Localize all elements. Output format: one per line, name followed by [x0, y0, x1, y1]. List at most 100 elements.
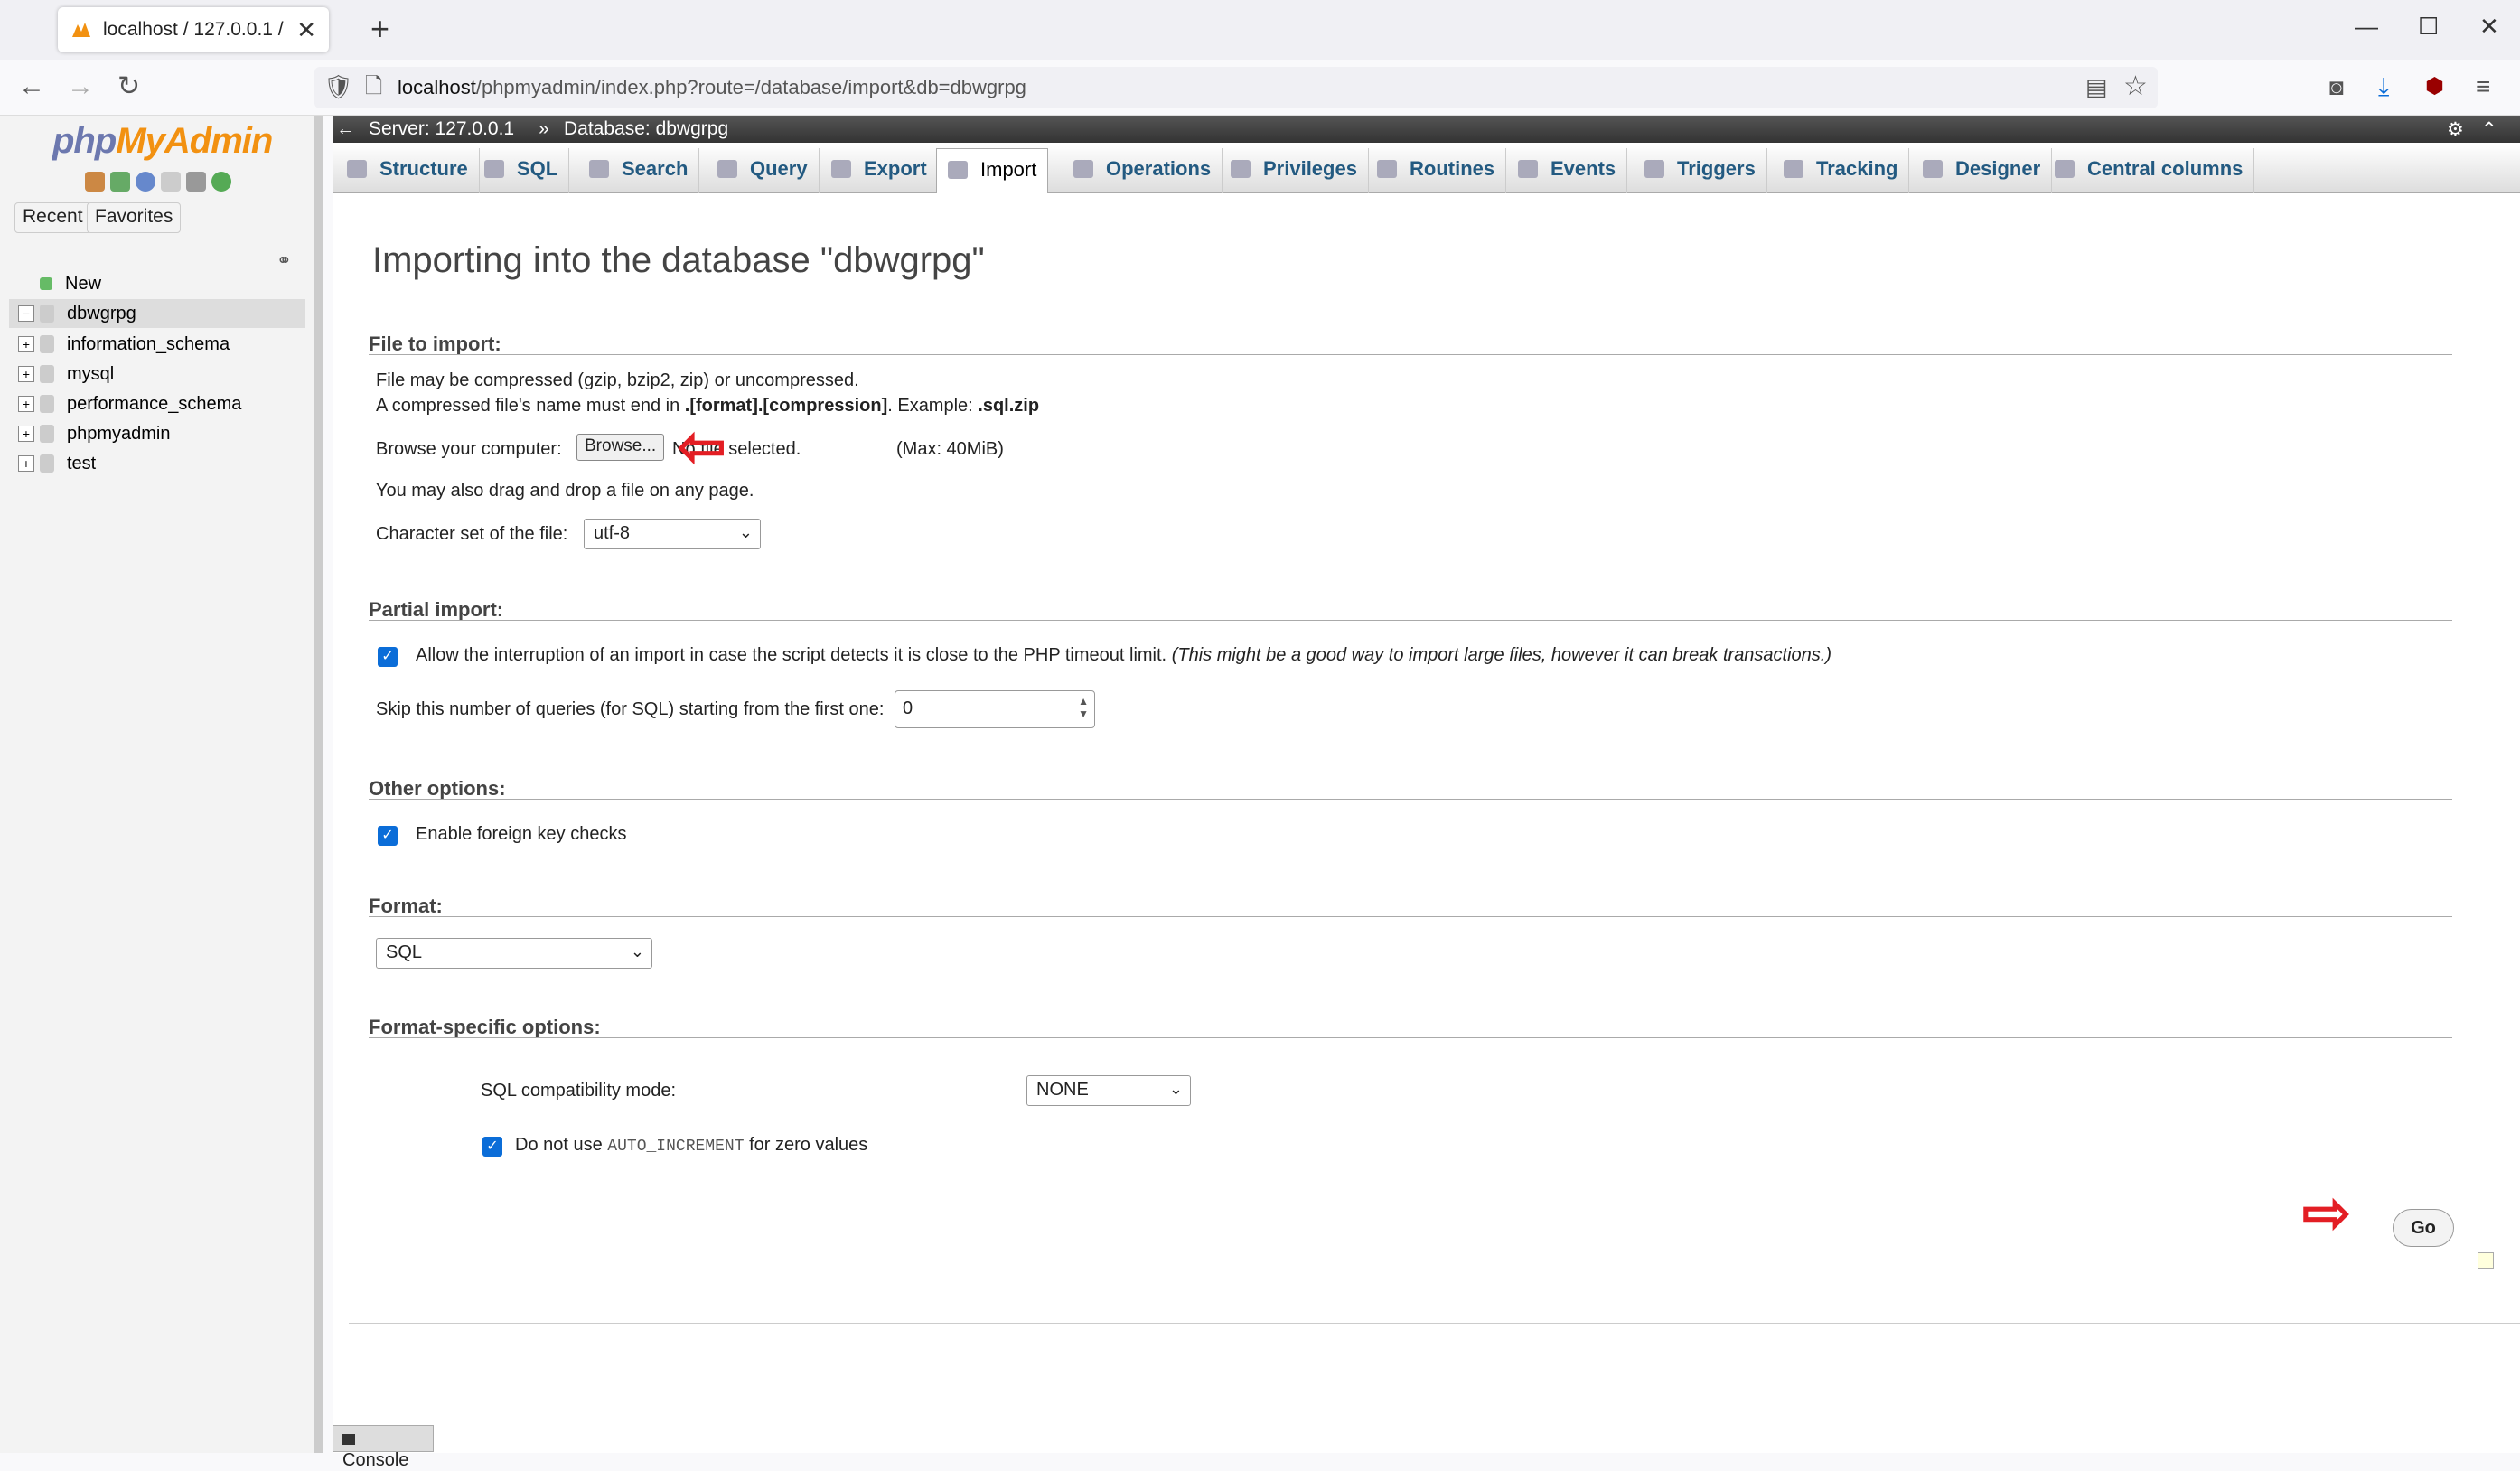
tab-sql[interactable]: SQL: [473, 148, 570, 193]
expand-icon[interactable]: +: [18, 396, 34, 412]
tab-tracking[interactable]: Tracking: [1773, 148, 1910, 193]
collapse-nav-icon[interactable]: ←: [336, 118, 355, 140]
console-icon: [342, 1434, 355, 1445]
home-icon[interactable]: [85, 172, 105, 192]
close-tab-icon[interactable]: ✕: [296, 16, 316, 44]
central-columns-icon: [2055, 160, 2075, 178]
foreign-key-checkbox[interactable]: ✓: [378, 826, 398, 846]
tab-routines[interactable]: Routines: [1366, 148, 1507, 193]
database-icon: [40, 454, 54, 473]
reload-icon[interactable]: ↻: [117, 69, 140, 105]
tab-search[interactable]: Search: [578, 148, 700, 193]
red-arrow-right-icon: ⇨: [2302, 1180, 2351, 1245]
reader-view-icon[interactable]: ▤: [2085, 69, 2108, 105]
gear-icon[interactable]: ⚙: [2447, 118, 2464, 141]
allow-interrupt-checkbox[interactable]: ✓: [378, 647, 398, 667]
maximize-icon[interactable]: ☐: [2418, 13, 2439, 41]
database-icon: [40, 365, 54, 383]
tab-events[interactable]: Events: [1507, 148, 1628, 193]
auto-increment-checkbox[interactable]: ✓: [482, 1137, 502, 1157]
auto-increment-label: Do not use AUTO_INCREMENT for zero value…: [515, 1135, 868, 1156]
tab-export[interactable]: Export: [820, 148, 939, 193]
compat-mode-label: SQL compatibility mode:: [481, 1081, 677, 1101]
sql-icon: [484, 160, 504, 178]
navigation-panel: phpMyAdmin Recent Favorites ⚭ New − dbwg…: [0, 116, 323, 1453]
tree-item-information-schema[interactable]: + information_schema: [18, 330, 230, 359]
compat-mode-select[interactable]: NONE ⌄: [1026, 1075, 1191, 1106]
menu-icon[interactable]: ≡: [2476, 69, 2490, 105]
tab-triggers[interactable]: Triggers: [1634, 148, 1767, 193]
divider: [369, 620, 2452, 621]
bookmark-star-icon[interactable]: ☆: [2123, 69, 2148, 105]
recent-tab[interactable]: Recent: [14, 202, 91, 233]
divider: [369, 1037, 2452, 1038]
tree-item-new[interactable]: New: [40, 269, 101, 298]
tab-central-columns[interactable]: Central columns: [2044, 148, 2255, 193]
database-icon: [40, 305, 54, 323]
docs-icon[interactable]: [161, 172, 181, 192]
expand-icon[interactable]: +: [18, 455, 34, 472]
tab-privileges[interactable]: Privileges: [1220, 148, 1369, 193]
window-close-icon[interactable]: ✕: [2479, 13, 2499, 41]
go-button[interactable]: Go: [2393, 1209, 2454, 1247]
expand-icon[interactable]: +: [18, 426, 34, 442]
ublock-icon[interactable]: ⬢: [2425, 69, 2444, 105]
downloads-icon[interactable]: ⤓: [2378, 69, 2389, 105]
tree-item-phpmyadmin[interactable]: + phpmyadmin: [18, 419, 171, 448]
page-settings-icon[interactable]: [2478, 1252, 2494, 1269]
routines-icon: [1377, 160, 1397, 178]
charset-select[interactable]: utf-8 ⌄: [584, 519, 761, 549]
tree-item-performance-schema[interactable]: + performance_schema: [18, 389, 241, 418]
breadcrumb-server[interactable]: Server: 127.0.0.1: [369, 118, 514, 140]
settings-icon[interactable]: [186, 172, 206, 192]
minimize-icon[interactable]: —: [2355, 13, 2378, 41]
pocket-icon[interactable]: ◙: [2329, 69, 2344, 105]
import-icon: [948, 161, 968, 179]
database-icon: [40, 425, 54, 443]
tab-structure[interactable]: Structure: [336, 148, 480, 193]
tab-import[interactable]: Import: [936, 148, 1049, 193]
breadcrumb-separator: »: [539, 118, 549, 139]
console-button[interactable]: Console: [333, 1425, 434, 1470]
tree-item-dbwgrpg[interactable]: − dbwgrpg: [9, 299, 305, 328]
browser-nav-bar: ← → ↻ 🛡 🗋 localhost/phpmyadmin/index.php…: [0, 60, 2520, 116]
tree-item-test[interactable]: + test: [18, 449, 96, 478]
browser-tab[interactable]: localhost / 127.0.0.1 / dbwgrpg ✕: [58, 7, 329, 52]
charset-label: Character set of the file:: [376, 524, 568, 544]
phpmyadmin-logo[interactable]: phpMyAdmin: [52, 121, 273, 162]
query-icon: [717, 160, 737, 178]
quick-icons: [85, 172, 231, 192]
spinner-icon[interactable]: ▲ ▼: [1078, 695, 1089, 720]
logout-icon[interactable]: [110, 172, 130, 192]
forward-icon[interactable]: →: [67, 69, 94, 105]
tab-query[interactable]: Query: [707, 148, 820, 193]
new-tab-icon[interactable]: +: [370, 11, 389, 47]
format-select[interactable]: SQL ⌄: [376, 938, 652, 969]
tab-operations[interactable]: Operations: [1063, 148, 1223, 193]
foreign-key-label: Enable foreign key checks: [416, 824, 627, 844]
expand-icon[interactable]: +: [18, 366, 34, 382]
tabs-row: Structure SQL Search Query Export Import…: [333, 143, 2520, 193]
shield-icon[interactable]: 🛡: [323, 69, 353, 105]
help-icon[interactable]: [136, 172, 155, 192]
back-icon[interactable]: ←: [18, 69, 45, 105]
collapse-icon[interactable]: −: [18, 305, 34, 322]
allow-interrupt-label: Allow the interruption of an import in c…: [416, 645, 1832, 665]
link-with-main-icon[interactable]: ⚭: [276, 249, 292, 272]
divider: [369, 916, 2452, 917]
designer-icon: [1923, 160, 1943, 178]
partial-import-legend: Partial import:: [369, 598, 504, 621]
tree-item-mysql[interactable]: + mysql: [18, 360, 114, 389]
favorites-tab[interactable]: Favorites: [87, 202, 182, 233]
page-title: Importing into the database "dbwgrpg": [372, 240, 985, 280]
browse-button[interactable]: Browse...: [576, 434, 665, 461]
max-size-text: (Max: 40MiB): [896, 439, 1004, 459]
breadcrumb-database[interactable]: Database: dbwgrpg: [564, 118, 728, 140]
tab-designer[interactable]: Designer: [1912, 148, 2053, 193]
collapse-top-icon[interactable]: ⌃: [2481, 118, 2497, 141]
triggers-icon: [1644, 160, 1664, 178]
search-icon: [589, 160, 609, 178]
expand-icon[interactable]: +: [18, 336, 34, 352]
skip-queries-input[interactable]: 0 ▲ ▼: [895, 690, 1095, 728]
reload-nav-icon[interactable]: [211, 172, 231, 192]
